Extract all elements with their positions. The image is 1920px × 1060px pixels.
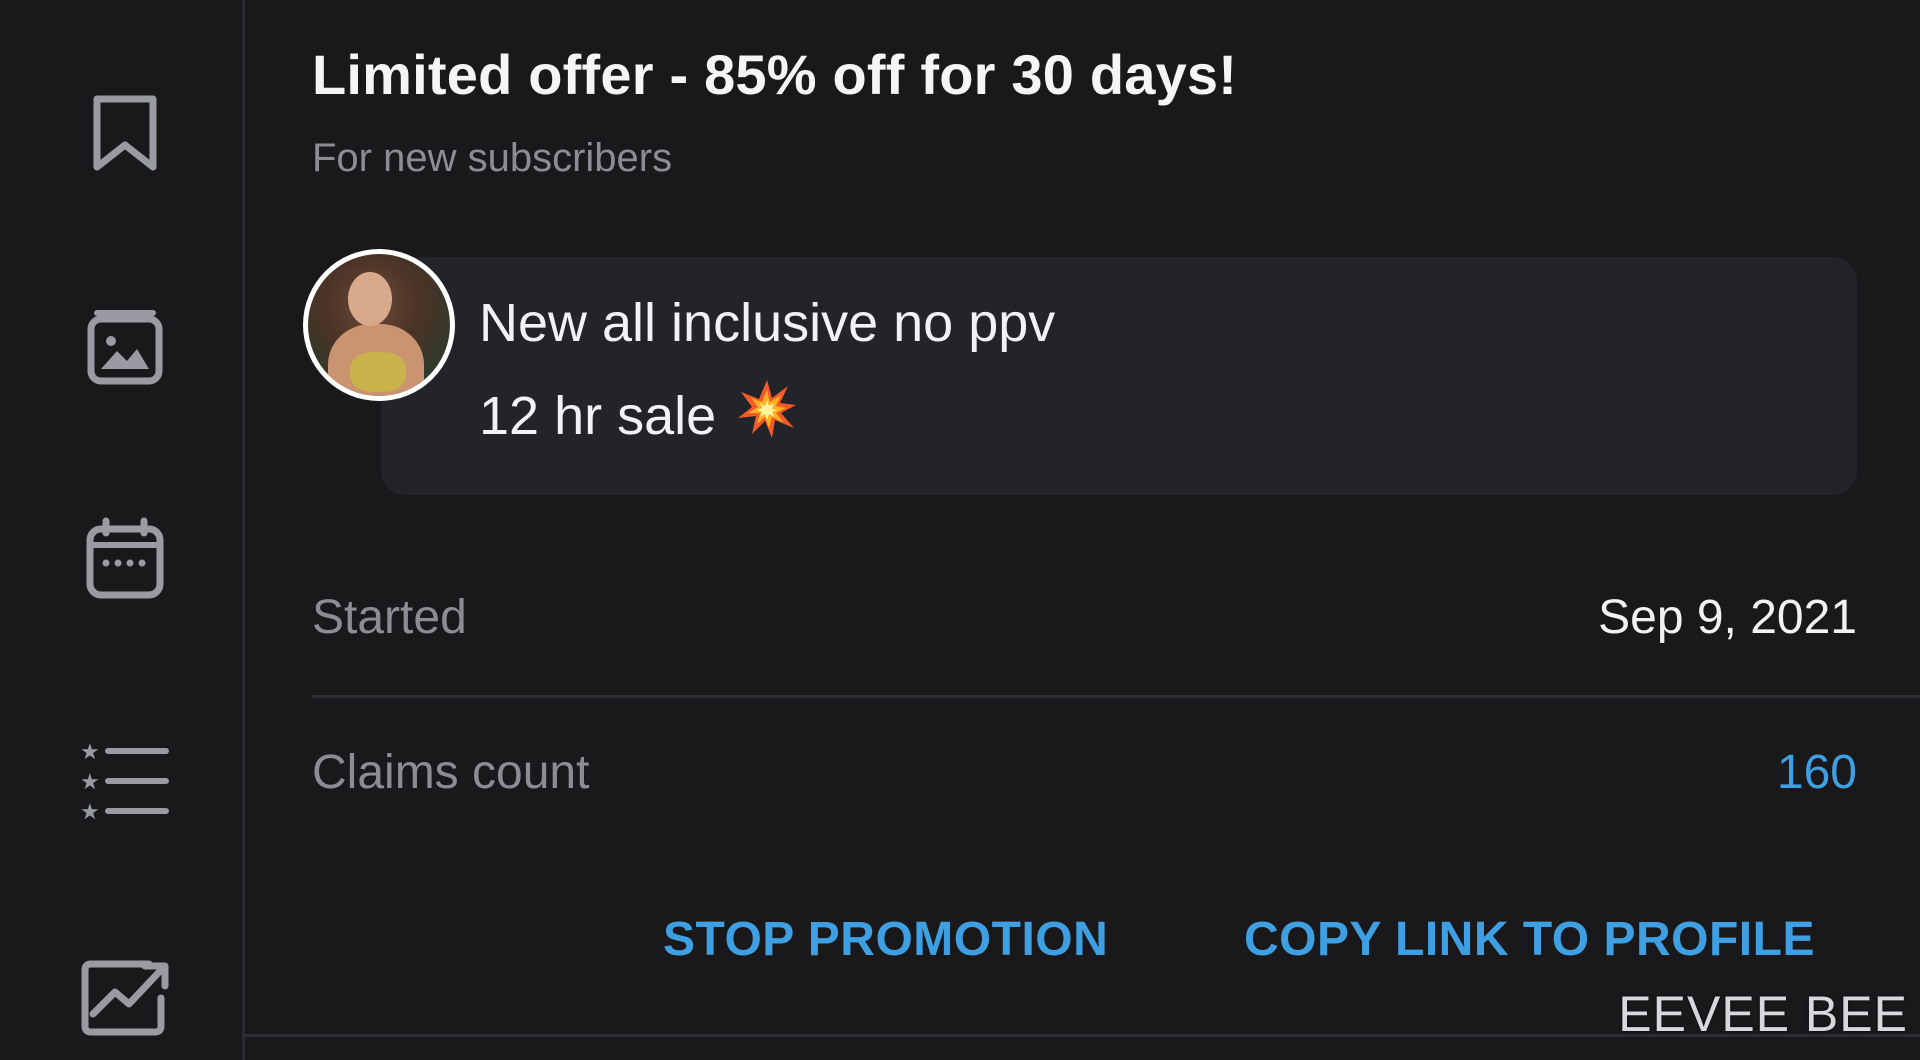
started-label: Started [312, 591, 467, 644]
image-gallery-icon [87, 310, 163, 385]
message-text: 12 hr sale [479, 386, 717, 446]
started-value: Sep 9, 2021 [1598, 591, 1857, 644]
sidebar-item-lists[interactable]: ★ ★ ★ [70, 723, 180, 833]
message-line: 12 hr sale [479, 380, 798, 453]
offer-title: Limited offer - 85% off for 30 days! [312, 43, 1238, 106]
sidebar-item-calendar[interactable] [70, 503, 180, 613]
app-window: ★ ★ ★ Limited offer - 85% off for 30 day… [0, 0, 1920, 1060]
claims-label: Claims count [312, 746, 590, 799]
row-divider [312, 695, 1920, 698]
svg-text:★: ★ [80, 800, 100, 821]
promotion-details: Limited offer - 85% off for 30 days! For… [245, 0, 1920, 1060]
avatar-image [308, 254, 450, 396]
sidebar: ★ ★ ★ [0, 0, 245, 1060]
promotion-message: New all inclusive no ppv 12 hr sale [381, 257, 1857, 495]
statistics-icon [81, 960, 169, 1036]
avatar[interactable] [303, 249, 455, 401]
collision-emoji-icon [736, 378, 798, 453]
claims-count-link[interactable]: 160 [1777, 745, 1857, 800]
sidebar-item-media[interactable] [70, 292, 180, 402]
offer-subtitle: For new subscribers [312, 136, 673, 180]
copy-link-button[interactable]: COPY LINK TO PROFILE [1244, 912, 1815, 967]
stop-promotion-button[interactable]: STOP PROMOTION [663, 912, 1108, 967]
watermark: EEVEE BEE [1618, 986, 1908, 1042]
svg-text:★: ★ [80, 740, 100, 765]
sidebar-item-statistics[interactable] [70, 937, 180, 1047]
message-line: New all inclusive no ppv [479, 293, 1056, 353]
calendar-icon [86, 517, 164, 599]
sidebar-item-bookmarks[interactable] [70, 78, 180, 188]
svg-text:★: ★ [80, 770, 100, 795]
bookmark-icon [93, 95, 157, 171]
starred-list-icon: ★ ★ ★ [80, 740, 169, 821]
